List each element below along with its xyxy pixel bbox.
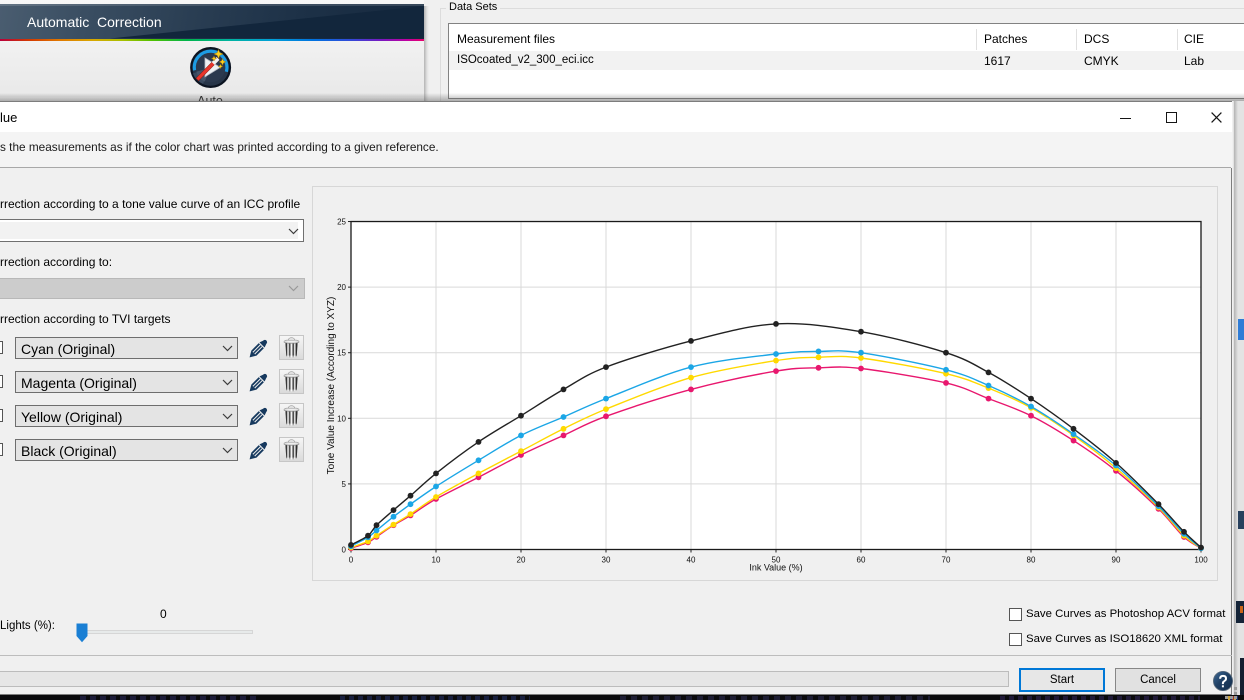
svg-text:20: 20 <box>337 283 346 292</box>
svg-text:80: 80 <box>1027 556 1036 565</box>
svg-text:5: 5 <box>342 480 347 489</box>
svg-text:40: 40 <box>687 556 696 565</box>
svg-text:70: 70 <box>942 556 951 565</box>
svg-text:Ink Value (%): Ink Value (%) <box>749 563 802 573</box>
svg-text:10: 10 <box>432 556 441 565</box>
svg-text:10: 10 <box>337 414 346 423</box>
svg-text:60: 60 <box>857 556 866 565</box>
svg-text:Tone Value Increase (According: Tone Value Increase (According to XYZ) <box>326 297 337 475</box>
svg-text:0: 0 <box>349 556 354 565</box>
svg-text:25: 25 <box>337 218 346 227</box>
svg-text:20: 20 <box>517 556 526 565</box>
svg-text:90: 90 <box>1112 556 1121 565</box>
svg-text:15: 15 <box>337 349 346 358</box>
svg-text:0: 0 <box>342 546 347 555</box>
svg-text:30: 30 <box>602 556 611 565</box>
svg-text:100: 100 <box>1194 556 1208 565</box>
